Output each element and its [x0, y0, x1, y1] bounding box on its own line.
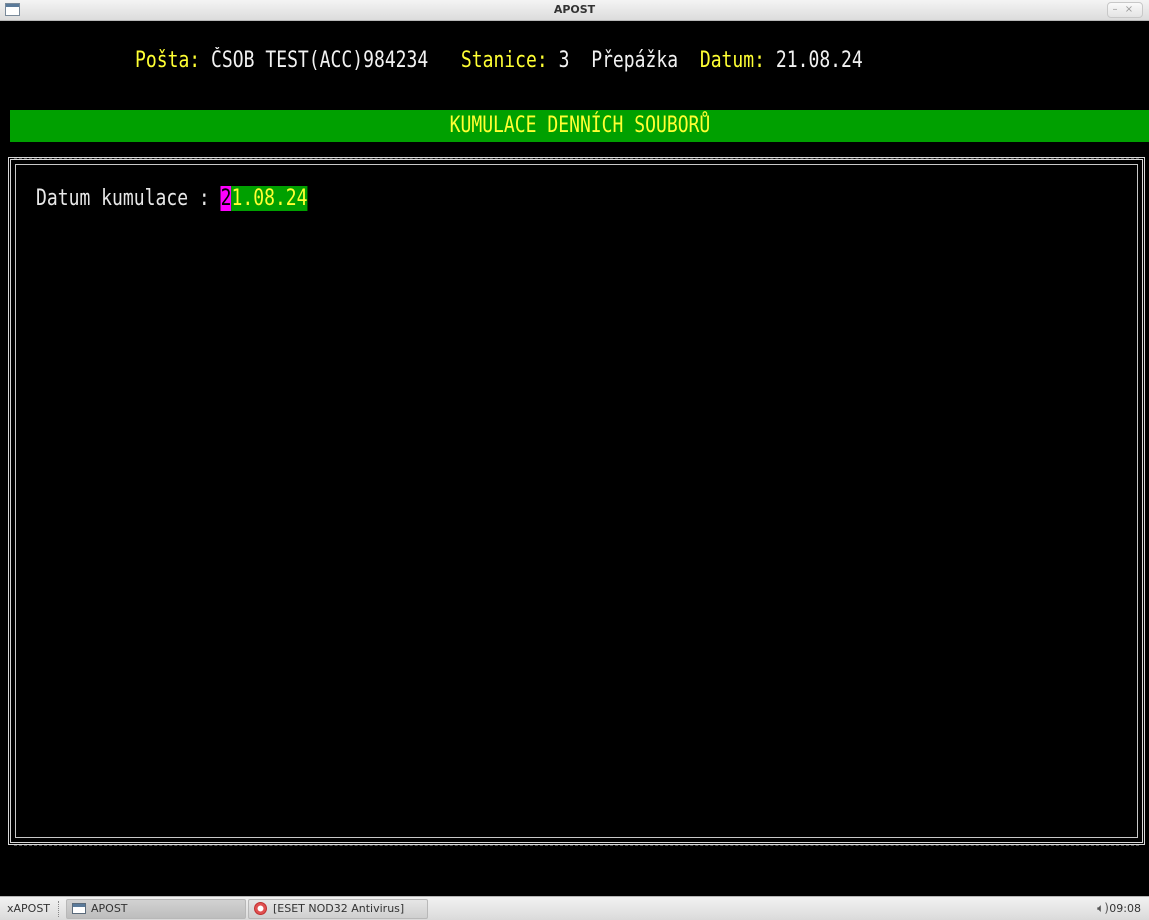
cursor-char: 2 [220, 186, 232, 211]
content-frame-inner [15, 164, 1138, 838]
stanice-value: 3 [558, 48, 570, 73]
taskbar-item-eset[interactable]: [ESET NOD32 Antivirus] [248, 899, 428, 919]
datum-kumulace-value: 1.08.24 [231, 186, 308, 211]
prepazka-label: Přepážka [591, 48, 679, 73]
posta-value: ČSOB TEST(ACC)984234 [211, 48, 429, 73]
datum-label: Datum: [699, 48, 766, 73]
taskbar-item-apost[interactable]: APOST [66, 899, 246, 919]
datum-value: 21.08.24 [775, 48, 863, 73]
window-titlebar[interactable]: APOST – × [0, 0, 1149, 21]
window-controls: – × [1107, 2, 1143, 18]
window-icon [72, 903, 86, 914]
taskbar: xAPOST APOST [ESET NOD32 Antivirus] 🔈︎) … [0, 896, 1149, 920]
datum-kumulace-label: Datum kumulace : [36, 186, 210, 211]
screen-title-banner: KUMULACE DENNÍCH SOUBORŮ [10, 110, 1149, 142]
terminal-screen[interactable]: Pošta: ČSOB TEST(ACC)984234 Stanice: 3 P… [0, 21, 1149, 896]
taskbar-separator [58, 901, 62, 917]
volume-icon[interactable]: 🔈︎) [1097, 901, 1109, 916]
close-button[interactable]: × [1124, 3, 1134, 18]
datum-kumulace-row: Datum kumulace : 21.08.24 [36, 185, 308, 213]
screen-title: KUMULACE DENNÍCH SOUBORŮ [449, 113, 710, 138]
window-title: APOST [553, 3, 596, 16]
content-frame [8, 157, 1145, 845]
datum-kumulace-input[interactable]: 21.08.24 [220, 185, 308, 213]
taskbar-item-apost-label: APOST [91, 902, 128, 915]
posta-label: Pošta: [135, 48, 201, 73]
stanice-label: Stanice: [460, 48, 548, 73]
clock: 09:08 [1109, 902, 1141, 915]
eset-icon [254, 902, 267, 915]
minimize-button[interactable]: – [1110, 3, 1120, 18]
start-menu-label[interactable]: xAPOST [7, 902, 50, 915]
frame-bottom-dash [14, 845, 1139, 846]
status-line: Pošta: ČSOB TEST(ACC)984234 Stanice: 3 P… [135, 47, 863, 75]
taskbar-item-eset-label: [ESET NOD32 Antivirus] [273, 902, 405, 915]
